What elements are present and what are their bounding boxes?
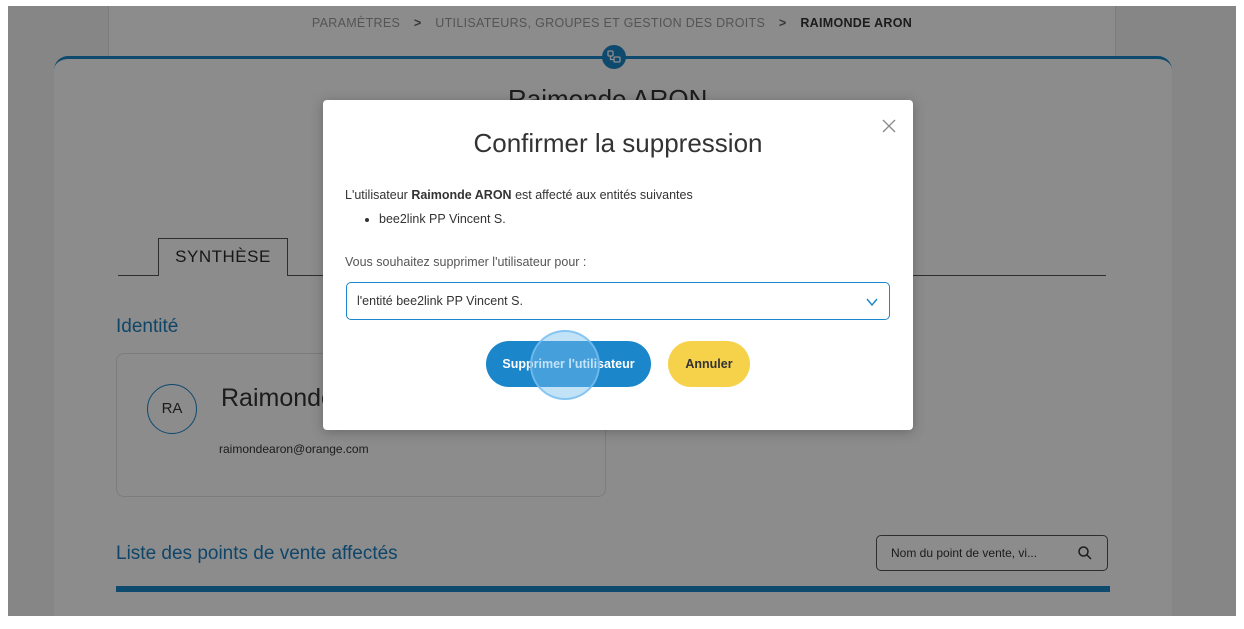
delete-scope-select[interactable]: l'entité bee2link PP Vincent S. [346, 282, 890, 320]
chevron-down-icon [866, 298, 878, 307]
list-item: bee2link PP Vincent S. [379, 212, 506, 226]
message-prefix: L'utilisateur [345, 188, 408, 202]
dialog-title: Confirmer la suppression [473, 128, 763, 158]
window-edge [0, 0, 8, 616]
entity-list: bee2link PP Vincent S. [365, 212, 506, 226]
window-edge [1236, 0, 1244, 616]
message-suffix: est affecté aux entités suivantes [515, 188, 693, 202]
select-value: l'entité bee2link PP Vincent S. [357, 294, 523, 308]
close-icon[interactable] [881, 118, 897, 134]
message-user: Raimonde ARON [411, 188, 512, 202]
window-edge [0, 0, 1244, 6]
dialog-message: L'utilisateur Raimonde ARON est affecté … [345, 188, 693, 202]
delete-user-button[interactable]: Supprimer l'utilisateur [486, 341, 651, 387]
dialog-question: Vous souhaitez supprimer l'utilisateur p… [345, 255, 587, 269]
confirm-delete-dialog: Confirmer la suppression L'utilisateur R… [323, 100, 913, 430]
cancel-button[interactable]: Annuler [668, 341, 750, 387]
